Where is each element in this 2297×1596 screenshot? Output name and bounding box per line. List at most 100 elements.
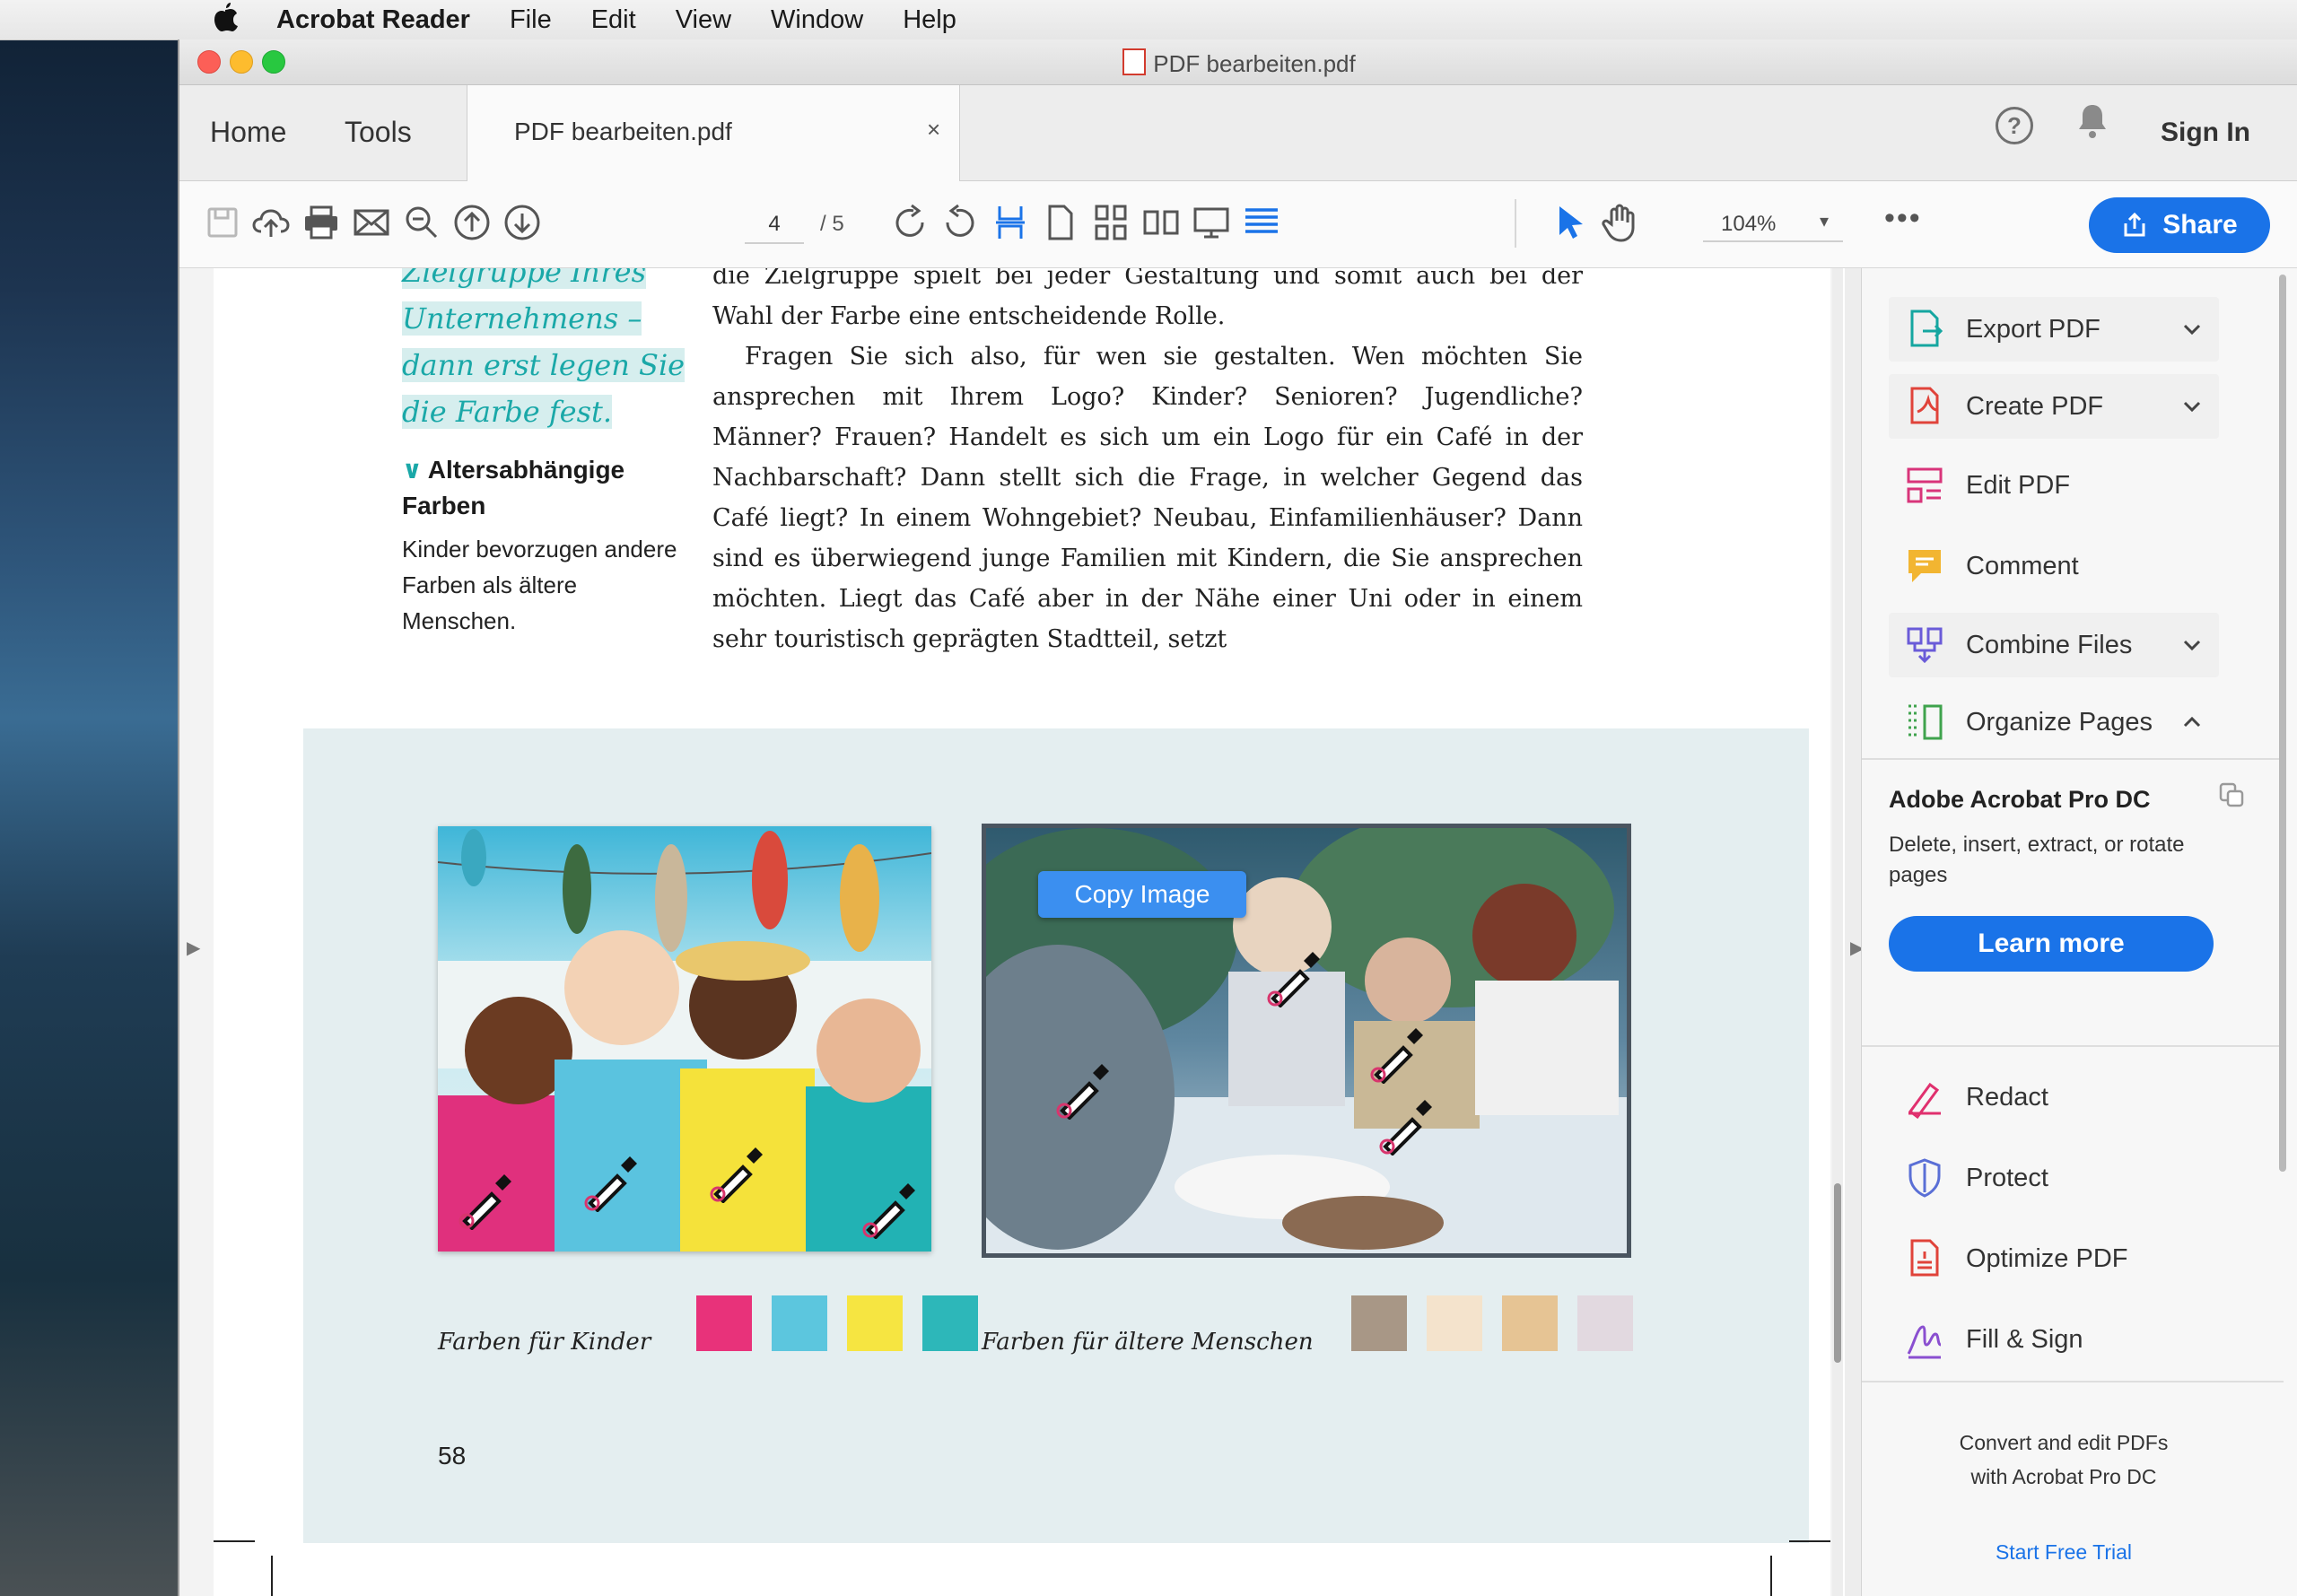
- color-swatch: [1577, 1295, 1633, 1351]
- toolbar-separator: [1515, 199, 1516, 248]
- rotate-clockwise-icon[interactable]: [888, 201, 931, 244]
- tool-label: Fill & Sign: [1966, 1324, 2083, 1354]
- tool-organize-pages[interactable]: Organize Pages: [1889, 690, 2219, 754]
- sidebar-text: Kinder bevorzugen andere Farben als älte…: [402, 536, 677, 634]
- hand-tool-icon[interactable]: [1597, 201, 1640, 244]
- body-text: die Zielgruppe spielt bei jeder Gestaltu…: [712, 268, 1583, 659]
- tab-document[interactable]: PDF bearbeiten.pdf ×: [467, 85, 960, 181]
- tool-comment[interactable]: Comment: [1889, 534, 2219, 598]
- color-swatch: [847, 1295, 903, 1351]
- redact-icon: [1908, 1082, 1941, 1119]
- tool-combine-files[interactable]: Combine Files: [1889, 613, 2219, 677]
- tool-edit-pdf[interactable]: Edit PDF: [1889, 453, 2219, 518]
- tool-protect[interactable]: Protect: [1889, 1146, 2219, 1210]
- document-view[interactable]: ▶ Zielgruppe Ihres Unternehmens – dann e…: [179, 268, 1843, 1596]
- menu-file[interactable]: File: [510, 5, 552, 35]
- page-number-input[interactable]: [745, 206, 804, 244]
- tools-pane-scrollbar-thumb[interactable]: [2279, 275, 2286, 1172]
- more-tools-icon[interactable]: •••: [1884, 201, 1922, 236]
- read-mode-icon[interactable]: [1240, 201, 1283, 244]
- seniors-photo[interactable]: Copy Image: [982, 824, 1631, 1258]
- notifications-bell-icon[interactable]: [2074, 101, 2110, 141]
- learn-more-button[interactable]: Learn more: [1889, 916, 2214, 972]
- pro-upsell: Adobe Acrobat Pro DC Delete, insert, ext…: [1889, 782, 2275, 972]
- email-icon[interactable]: [350, 201, 393, 244]
- edit-pdf-icon: [1907, 467, 1943, 503]
- pull-quote-line: die Farbe fest.: [402, 395, 613, 429]
- zoom-level-dropdown[interactable]: 104% ▾: [1703, 205, 1843, 242]
- page-up-icon[interactable]: [450, 201, 493, 244]
- tool-label: Export PDF: [1966, 314, 2100, 344]
- eyedropper-icon: [710, 1147, 763, 1203]
- apple-menu-icon[interactable]: [212, 1, 239, 39]
- figure-panel: Copy Image Farben für Kinder Farben für …: [303, 728, 1809, 1543]
- menu-view[interactable]: View: [676, 5, 731, 35]
- tool-label: Redact: [1966, 1082, 2048, 1112]
- rotate-counterclockwise-icon[interactable]: [939, 201, 982, 244]
- pro-description: Delete, insert, extract, or rotate pages: [1889, 833, 2185, 887]
- start-free-trial-link[interactable]: Start Free Trial: [1889, 1540, 2239, 1565]
- menu-window[interactable]: Window: [771, 5, 863, 35]
- share-button[interactable]: Share: [2089, 197, 2270, 253]
- tools-pane: Export PDF Create PDF Edit PDF Comment C…: [1861, 268, 2297, 1596]
- help-icon[interactable]: ?: [1996, 107, 2033, 144]
- pull-quote-line: dann erst legen Sie: [402, 348, 686, 382]
- scrolling-pages-icon[interactable]: [1089, 201, 1132, 244]
- optimize-pdf-icon: [1910, 1239, 1939, 1277]
- color-swatch: [696, 1295, 752, 1351]
- eyedropper-icon: [459, 1174, 511, 1230]
- pane-divider: [1862, 758, 2284, 760]
- menu-help[interactable]: Help: [903, 5, 956, 35]
- pull-quote-line: Unternehmens –: [402, 301, 642, 336]
- document-scrollbar-thumb[interactable]: [1834, 1183, 1841, 1363]
- tool-label: Combine Files: [1966, 630, 2133, 659]
- chevron-down-icon[interactable]: [2178, 392, 2206, 421]
- menu-app-name[interactable]: Acrobat Reader: [276, 5, 470, 35]
- sign-in-link[interactable]: Sign In: [2161, 118, 2250, 148]
- presentation-icon[interactable]: [1190, 201, 1233, 244]
- copy-image-button[interactable]: Copy Image: [1038, 871, 1246, 918]
- tool-fill-sign[interactable]: Fill & Sign: [1889, 1307, 2219, 1372]
- zoom-level-value: 104%: [1721, 212, 1777, 236]
- single-page-icon[interactable]: [1039, 201, 1082, 244]
- two-page-icon[interactable]: [1140, 201, 1183, 244]
- chevron-down-icon[interactable]: [2178, 631, 2206, 659]
- footer-line: Convert and edit PDFs: [1959, 1431, 2169, 1454]
- tool-label: Organize Pages: [1966, 707, 2153, 737]
- window-title-text: PDF bearbeiten.pdf: [1153, 50, 1356, 77]
- close-tab-icon[interactable]: ×: [927, 116, 940, 144]
- color-swatch: [922, 1295, 978, 1351]
- title-bar: PDF bearbeiten.pdf: [179, 39, 2297, 85]
- create-pdf-icon: [1910, 387, 1939, 424]
- page-down-icon[interactable]: [501, 201, 544, 244]
- copy-pages-icon: [2219, 782, 2244, 807]
- share-icon: [2124, 212, 2145, 237]
- menu-edit[interactable]: Edit: [591, 5, 636, 35]
- fit-width-icon[interactable]: [989, 201, 1032, 244]
- tool-redact[interactable]: Redact: [1889, 1065, 2219, 1129]
- right-pane-handle[interactable]: [1845, 268, 1861, 1596]
- export-pdf-icon: [1910, 310, 1943, 347]
- upload-cloud-icon[interactable]: [249, 201, 293, 244]
- document-scrollbar[interactable]: [1832, 268, 1843, 1596]
- tool-optimize-pdf[interactable]: Optimize PDF: [1889, 1226, 2219, 1291]
- chevron-up-icon[interactable]: [2178, 708, 2206, 737]
- zoom-out-icon[interactable]: [400, 201, 443, 244]
- left-pane-toggle-icon[interactable]: ▶: [187, 937, 200, 959]
- tab-tools[interactable]: Tools: [345, 116, 412, 149]
- save-icon[interactable]: [201, 201, 244, 244]
- body-paragraph: Fragen Sie sich also, für wen sie gestal…: [712, 343, 1583, 653]
- children-photo[interactable]: [438, 826, 931, 1252]
- document-tab-label: PDF bearbeiten.pdf: [514, 118, 732, 145]
- tool-export-pdf[interactable]: Export PDF: [1889, 297, 2219, 362]
- page-total: / 5: [820, 212, 844, 236]
- tab-home[interactable]: Home: [210, 116, 286, 149]
- chevron-down-icon[interactable]: [2178, 315, 2206, 344]
- print-icon[interactable]: [300, 201, 343, 244]
- share-button-label: Share: [2162, 210, 2238, 240]
- organize-pages-icon: [1908, 704, 1943, 740]
- eyedropper-icon: [1370, 1028, 1423, 1084]
- sidebar-heading-text: Altersabhängige Farben: [402, 456, 625, 519]
- select-cursor-icon[interactable]: [1547, 201, 1590, 244]
- tool-create-pdf[interactable]: Create PDF: [1889, 374, 2219, 439]
